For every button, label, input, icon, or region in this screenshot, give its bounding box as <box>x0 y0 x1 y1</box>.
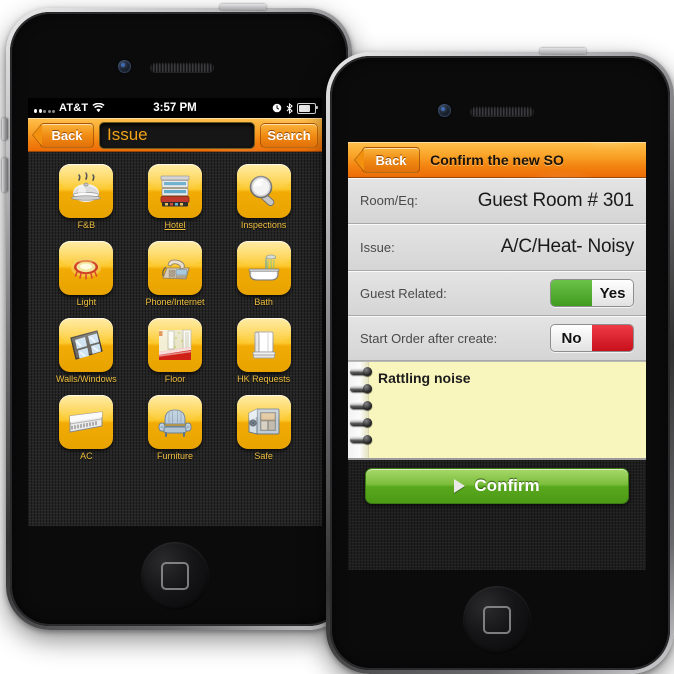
ceiling-light-icon <box>59 240 114 295</box>
safe-box-icon <box>236 394 291 449</box>
confirm-button-label: Confirm <box>474 476 540 495</box>
form-row-guest-related[interactable]: Guest Related: Yes <box>348 271 646 316</box>
form-row-start-order[interactable]: Start Order after create: No <box>348 316 646 361</box>
hotel-bed-icon <box>147 164 202 218</box>
grid-item-label: HK Requests <box>237 373 291 384</box>
desk-phone-icon <box>147 240 202 295</box>
right-phone-power-button[interactable] <box>540 48 586 54</box>
screenshot-stage: AT&T 3:57 PM Back Issue Search F&B Hotel… <box>0 0 674 674</box>
earpiece-speaker <box>470 106 534 116</box>
spiral-ring-icon <box>350 418 372 427</box>
grid-item-light[interactable]: Light <box>42 240 131 308</box>
form-row-label: Issue: <box>360 239 395 255</box>
home-button-icon <box>482 605 512 635</box>
guest-related-toggle[interactable]: Yes <box>550 279 634 307</box>
grid-item-hk-requests[interactable]: HK Requests <box>219 317 308 385</box>
grid-item-label: Floor <box>164 373 186 384</box>
left-phone-body: AT&T 3:57 PM Back Issue Search F&B Hotel… <box>10 12 348 626</box>
home-button[interactable] <box>141 542 209 610</box>
left-phone-volume-buttons[interactable] <box>2 158 8 192</box>
grid-item-walls-windows[interactable]: Walls/Windows <box>42 317 131 385</box>
search-button-label: Search <box>267 127 311 143</box>
left-phone-mute-switch[interactable] <box>2 118 8 140</box>
form-row-value: A/C/Heat- Noisy <box>500 236 634 257</box>
home-button-icon <box>160 561 190 591</box>
earpiece-speaker <box>150 62 214 72</box>
search-nav-bar: Back Issue Search <box>28 118 322 152</box>
grid-item-label: Phone/Internet <box>145 296 205 307</box>
start-order-toggle[interactable]: No <box>550 324 634 352</box>
grid-item-bath[interactable]: Bath <box>219 240 308 308</box>
toggle-track-on <box>551 280 592 306</box>
food-cloche-icon <box>59 164 114 218</box>
grid-item-label: Light <box>76 296 97 307</box>
left-phone-screen: AT&T 3:57 PM Back Issue Search F&B Hotel… <box>28 98 322 526</box>
grid-container: F&B Hotel Inspections Light Phone/Intern… <box>28 152 322 462</box>
search-button[interactable]: Search <box>260 122 318 148</box>
form-row-room-eq[interactable]: Room/Eq: Guest Room # 301 <box>348 178 646 224</box>
issue-category-grid: F&B Hotel Inspections Light Phone/Intern… <box>28 152 322 526</box>
notes-text: Rattling noise <box>378 370 471 386</box>
search-input-value: Issue <box>107 125 148 144</box>
notes-field[interactable]: Rattling noise <box>348 361 646 460</box>
search-input[interactable]: Issue <box>99 121 255 149</box>
left-phone-device: AT&T 3:57 PM Back Issue Search F&B Hotel… <box>2 4 352 630</box>
toggle-track-off <box>592 325 633 351</box>
grid-item-f-and-b[interactable]: F&B <box>42 164 131 231</box>
grid-item-label: Furniture <box>156 450 193 461</box>
back-button-label: Back <box>375 152 407 168</box>
back-button-label: Back <box>51 127 83 143</box>
front-camera-icon <box>438 104 451 117</box>
grid-item-label: Bath <box>254 296 273 307</box>
form-row-label: Start Order after create: <box>360 330 498 346</box>
spiral-ring-icon <box>350 435 372 444</box>
armchair-icon <box>147 394 202 449</box>
confirm-button[interactable]: Confirm <box>364 468 630 504</box>
toggle-knob-label: No <box>551 325 592 351</box>
grid-item-label: F&B <box>77 220 96 230</box>
home-button[interactable] <box>463 586 531 654</box>
grid-item-label: Hotel <box>164 220 186 230</box>
right-phone-device: Back Confirm the new SO Room/Eq: Guest R… <box>326 48 674 674</box>
folded-towels-icon <box>236 317 291 372</box>
grid-item-label: Safe <box>254 450 273 461</box>
form-row-label: Room/Eq: <box>360 193 418 208</box>
left-phone-power-button[interactable] <box>220 4 266 10</box>
status-bar: AT&T 3:57 PM <box>28 98 322 118</box>
air-conditioner-icon <box>59 394 114 449</box>
spiral-ring-icon <box>350 384 372 393</box>
bathtub-shower-icon <box>236 240 291 295</box>
spiral-ring-icon <box>350 367 372 376</box>
back-button[interactable]: Back <box>40 122 94 148</box>
grid-item-label: Walls/Windows <box>55 373 117 384</box>
grid-item-label: Inspections <box>240 220 287 230</box>
grid-item-inspections[interactable]: Inspections <box>219 164 308 231</box>
confirm-form: Room/Eq: Guest Room # 301 Issue: A/C/Hea… <box>348 178 646 570</box>
clock-label: 3:57 PM <box>153 102 197 114</box>
grid-item-safe[interactable]: Safe <box>219 394 308 462</box>
battery-icon <box>297 102 318 114</box>
toggle-knob-label: Yes <box>592 280 633 306</box>
window-pane-icon <box>59 317 114 372</box>
magnifier-icon <box>236 164 291 218</box>
confirm-button-area: Confirm <box>348 468 646 504</box>
grid-item-floor[interactable]: Floor <box>131 317 220 385</box>
form-row-label: Guest Related: <box>360 285 447 301</box>
grid-item-furniture[interactable]: Furniture <box>131 394 220 462</box>
grid-item-phone-internet[interactable]: Phone/Internet <box>131 240 220 308</box>
floor-carpet-icon <box>147 317 202 372</box>
grid-item-label: AC <box>80 450 93 461</box>
play-triangle-icon <box>454 479 466 493</box>
grid-item-ac[interactable]: AC <box>42 394 131 462</box>
right-phone-body: Back Confirm the new SO Room/Eq: Guest R… <box>330 56 670 670</box>
confirm-nav-bar: Back Confirm the new SO <box>348 142 646 178</box>
back-button[interactable]: Back <box>362 147 420 173</box>
front-camera-icon <box>118 60 131 73</box>
form-row-value: Guest Room # 301 <box>477 189 634 211</box>
right-phone-screen: Back Confirm the new SO Room/Eq: Guest R… <box>348 142 646 570</box>
grid-item-hotel[interactable]: Hotel <box>131 164 220 231</box>
form-row-issue[interactable]: Issue: A/C/Heat- Noisy <box>348 224 646 271</box>
spiral-ring-icon <box>350 401 372 410</box>
